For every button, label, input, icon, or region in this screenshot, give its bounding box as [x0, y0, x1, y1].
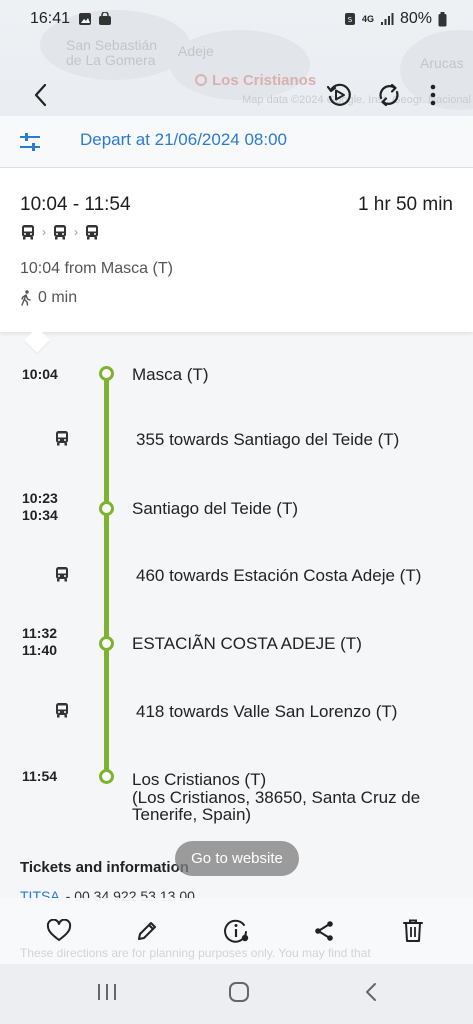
route-summary-card: 10:04 - 11:54 1 hr 50 min › › 10:04 from…: [0, 168, 473, 332]
back-arrow-icon: [34, 83, 47, 107]
home-button[interactable]: [228, 982, 250, 1007]
map-label: de La Gomera: [66, 52, 156, 68]
status-time: 16:41: [30, 10, 71, 27]
walk-time: 0 min: [20, 289, 77, 307]
bag-icon: [99, 12, 112, 25]
stop-arrival-time: 10:23: [22, 490, 58, 506]
bus-icon: [56, 703, 68, 718]
tune-icon: [20, 133, 40, 151]
stop-marker: [99, 636, 114, 651]
route-timeline: 10:04 Masca (T) 355 towards Santiago del…: [0, 340, 473, 850]
battery-icon: [438, 11, 447, 26]
stop-time: 11:54: [22, 768, 58, 784]
card-pointer-cover: [20, 320, 54, 332]
stop-departure-time: 11:40: [22, 642, 58, 658]
route-duration: 1 hr 50 min: [357, 194, 453, 215]
save-favorite-button[interactable]: [44, 916, 74, 946]
more-vert-icon: [430, 84, 436, 106]
chevron-right-icon: ›: [42, 225, 46, 239]
bus-icon: [56, 567, 68, 582]
departure-info: 10:04 from Masca (T): [20, 260, 173, 277]
stop-name: Santiago del Teide (T): [132, 499, 299, 518]
pencil-icon: [138, 922, 156, 940]
edit-route-button[interactable]: [132, 916, 162, 946]
walk-icon: [21, 290, 31, 306]
play-route-icon: [326, 83, 351, 106]
back-button[interactable]: [24, 78, 58, 112]
home-icon: [229, 982, 249, 1002]
data-saver-icon: S: [344, 13, 355, 25]
stop-name: Masca (T): [132, 365, 209, 384]
network-type: 4G: [361, 13, 374, 24]
leg-description: 460 towards Estación Costa Adeje (T): [136, 566, 422, 585]
heart-icon: [46, 919, 72, 941]
stop-name: ESTACIÃN COSTA ADEJE (T): [132, 634, 362, 653]
simulate-route-button[interactable]: [322, 78, 356, 112]
swap-direction-icon: [379, 83, 399, 107]
delete-route-button[interactable]: [398, 916, 428, 946]
recents-icon: [98, 984, 116, 1000]
stop-marker: [99, 769, 114, 784]
status-bar: 16:41 S 4G 80%: [0, 0, 473, 38]
leg-description: 355 towards Santiago del Teide (T): [136, 430, 400, 449]
route-times: 10:04 - 11:54: [20, 194, 131, 215]
map-label: Adeje: [178, 43, 214, 59]
svg-text:S: S: [348, 16, 353, 24]
map-label: San Sebastián: [66, 37, 158, 53]
share-button[interactable]: [309, 916, 339, 946]
bus-icon: [22, 225, 34, 240]
recent-apps-button[interactable]: [96, 982, 118, 1007]
stop-marker: [99, 366, 114, 381]
route-info-button[interactable]: [221, 916, 251, 946]
map-label: Arucas: [420, 55, 464, 71]
depart-time-label[interactable]: Depart at 21/06/2024 08:00: [80, 130, 287, 150]
more-options-button[interactable]: [416, 78, 450, 112]
reverse-route-button[interactable]: [372, 78, 406, 112]
transport-modes: › ›: [20, 224, 100, 240]
bus-icon: [56, 431, 68, 446]
tickets-heading: Tickets and information: [20, 859, 189, 876]
stop-name: Los Cristianos (T): [132, 770, 267, 789]
walk-duration: 0 min: [38, 289, 78, 306]
stop-departure-time: 10:34: [22, 507, 58, 523]
trash-icon: [403, 919, 423, 942]
disclaimer-text: These directions are for planning purpos…: [20, 946, 371, 960]
stop-address: (Los Cristianos, 38650, Santa Cruz de Te…: [132, 788, 421, 824]
depart-time-row[interactable]: Depart at 21/06/2024 08:00: [0, 116, 473, 168]
share-icon: [315, 921, 333, 941]
bus-icon: [54, 225, 66, 240]
info-icon: [224, 919, 249, 943]
gallery-icon: [79, 13, 92, 25]
system-nav-bar: [0, 964, 473, 1024]
stop-arrival-time: 11:32: [22, 625, 58, 641]
back-chevron-icon: [366, 983, 376, 1001]
chevron-right-icon: ›: [74, 225, 78, 239]
system-back-button[interactable]: [364, 982, 378, 1007]
screen: San Sebastián de La Gomera Adeje Arucas …: [0, 0, 473, 1024]
go-to-website-toast: Go to website: [175, 841, 299, 876]
route-line: [104, 372, 109, 778]
app-bar: [0, 72, 473, 118]
signal-icon: [380, 13, 394, 25]
battery-percent: 80%: [399, 10, 432, 27]
stop-marker: [99, 501, 114, 516]
leg-description: 418 towards Valle San Lorenzo (T): [136, 702, 398, 721]
stop-time: 10:04: [22, 366, 58, 382]
bus-icon: [86, 225, 98, 240]
